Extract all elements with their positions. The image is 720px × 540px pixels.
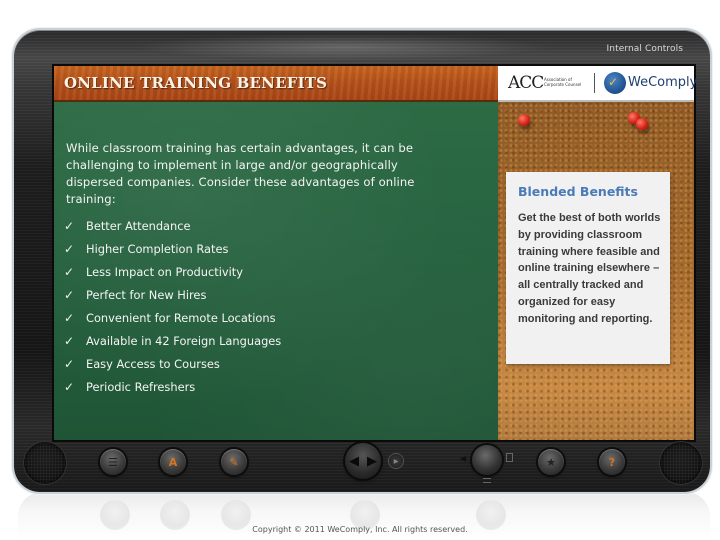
acc-logo-subtitle: Association of Corporate Counsel: [544, 77, 582, 87]
note-title: Blended Benefits: [518, 184, 638, 199]
volume-indicator: [483, 478, 491, 483]
player-frame: Internal Controls ONLINE TRAINING BENEFI…: [14, 30, 710, 492]
corkboard-panel: Blended Benefits Get the best of both wo…: [498, 102, 694, 440]
bookmark-button[interactable]: ★: [538, 449, 564, 475]
help-icon: ?: [608, 455, 616, 469]
speaker-left-icon: [24, 442, 66, 484]
wecomply-logo-text: WeComply: [628, 75, 698, 90]
pushpin-icon: [518, 114, 530, 126]
list-item: ✓ Higher Completion Rates: [64, 237, 281, 260]
volume-knob[interactable]: [472, 445, 502, 475]
glossary-icon: A: [168, 455, 178, 469]
list-item-label: Periodic Refreshers: [86, 379, 196, 394]
list-item: ✓ Better Attendance: [64, 214, 281, 237]
volume-low-icon: ◀: [460, 454, 467, 463]
list-item: ✓ Less Impact on Productivity: [64, 260, 281, 283]
arrow-left-icon: ◀: [349, 453, 359, 469]
speaker-right-icon: [660, 442, 702, 484]
notes-button[interactable]: ✎: [221, 449, 247, 475]
pushpin-icon: [636, 118, 648, 130]
navigation-control: ◀ ▶: [345, 443, 381, 479]
list-item-label: Less Impact on Productivity: [86, 264, 243, 279]
menu-button[interactable]: ☰: [100, 449, 126, 475]
arrow-right-icon: ▶: [367, 453, 377, 469]
next-button[interactable]: ▶: [363, 443, 381, 479]
play-button[interactable]: ▶: [389, 454, 403, 468]
check-icon: ✓: [64, 287, 75, 302]
list-item: ✓ Available in 42 Foreign Languages: [64, 329, 281, 352]
help-button[interactable]: ?: [599, 449, 625, 475]
logo-box: ACC Association of Corporate Counsel ✓ W…: [498, 66, 698, 102]
list-item-label: Better Attendance: [86, 218, 191, 233]
check-icon: ✓: [64, 333, 75, 348]
check-icon: ✓: [64, 356, 75, 371]
acc-logo-mark: ACC: [508, 73, 544, 93]
intro-paragraph: While classroom training has certain adv…: [66, 141, 415, 206]
check-icon: ✓: [64, 379, 75, 394]
list-item-label: Higher Completion Rates: [86, 241, 229, 256]
glossary-button[interactable]: A: [160, 449, 186, 475]
list-item-label: Easy Access to Courses: [86, 356, 220, 371]
frame-shine: [134, 34, 554, 60]
previous-button[interactable]: ◀: [345, 443, 363, 479]
copyright-text: Copyright © 2011 WeComply, Inc. All righ…: [252, 525, 468, 534]
note-body: Get the best of both worlds by providing…: [518, 212, 661, 325]
slide-title: ONLINE TRAINING BENEFITS: [64, 74, 328, 92]
chalkboard-panel: While classroom training has certain adv…: [54, 102, 498, 440]
volume-high-icon: [506, 453, 513, 462]
play-icon: ▶: [393, 457, 399, 465]
list-item: ✓ Easy Access to Courses: [64, 352, 281, 375]
pencil-icon: ✎: [229, 455, 239, 469]
blended-benefits-note: Blended Benefits Get the best of both wo…: [506, 172, 670, 364]
check-icon: ✓: [64, 218, 75, 233]
list-item-label: Perfect for New Hires: [86, 287, 207, 302]
player-controls: ☰ A ✎ ◀ ▶ ▶ ◀ ★ ?: [14, 440, 710, 492]
slide-title-bar: ONLINE TRAINING BENEFITS: [54, 66, 498, 102]
check-icon: ✓: [64, 264, 75, 279]
list-item-label: Convenient for Remote Locations: [86, 310, 276, 325]
list-item: ✓ Periodic Refreshers: [64, 375, 281, 398]
wecomply-globe-icon: ✓: [604, 72, 626, 94]
list-item: ✓ Convenient for Remote Locations: [64, 306, 281, 329]
slide-screen: ONLINE TRAINING BENEFITS ACC Association…: [52, 64, 698, 442]
course-title: Internal Controls: [606, 44, 683, 54]
check-icon: ✓: [64, 310, 75, 325]
list-item-label: Available in 42 Foreign Languages: [86, 333, 282, 348]
list-item: ✓ Perfect for New Hires: [64, 283, 281, 306]
check-icon: ✓: [64, 241, 75, 256]
logo-divider: [594, 73, 595, 93]
benefits-list: ✓ Better Attendance ✓ Higher Completion Ra…: [64, 214, 281, 398]
star-icon: ★: [546, 455, 556, 469]
menu-icon: ☰: [108, 455, 118, 469]
